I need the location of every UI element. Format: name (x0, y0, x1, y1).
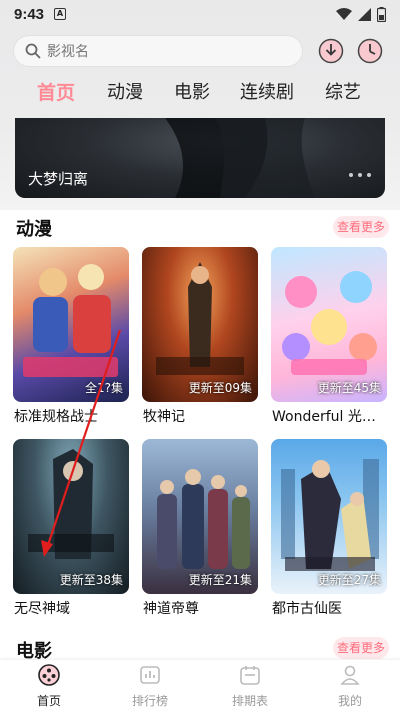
anime-card[interactable]: 全1?集 标准规格战士 (13, 247, 129, 425)
category-tabs: 首页 动漫 电影 连续剧 综艺 (0, 70, 400, 110)
anime-card[interactable]: 更新至45集 Wonderful 光之美少女 (271, 247, 387, 425)
carousel-indicator (349, 173, 371, 177)
nav-home-label: 首页 (36, 694, 61, 708)
anime-card[interactable]: 更新至09集 牧神记 (142, 247, 258, 425)
banner-carousel[interactable]: 大梦归离 (15, 118, 385, 198)
nav-profile-label: 我的 (337, 694, 362, 708)
section-title-anime: 动漫 (16, 219, 52, 240)
status-icons (336, 6, 386, 22)
episode-badge: 更新至27集 (317, 573, 381, 587)
episode-badge: 更新至09集 (188, 381, 252, 395)
nav-ranking[interactable]: 排行榜 (120, 664, 180, 709)
nav-home[interactable]: 首页 (19, 664, 79, 709)
battery-icon (377, 6, 386, 22)
history-icon[interactable] (357, 38, 383, 64)
search-placeholder: 影视名 (47, 44, 89, 60)
poster-image: 更新至21集 (142, 439, 258, 594)
tab-variety[interactable]: 综艺 (325, 78, 361, 104)
tab-home[interactable]: 首页 (37, 78, 75, 105)
nav-profile[interactable]: 我的 (320, 664, 380, 709)
nav-schedule[interactable]: 排期表 (220, 664, 280, 709)
episode-badge: 更新至38集 (59, 573, 123, 587)
wifi-icon (336, 7, 352, 20)
tab-movie[interactable]: 电影 (174, 78, 210, 104)
poster-image: 更新至09集 (142, 247, 258, 402)
tab-series[interactable]: 连续剧 (240, 78, 294, 104)
anime-card[interactable]: 更新至38集 无尽神域 (13, 439, 129, 617)
poster-image: 更新至45集 (271, 247, 387, 402)
poster-image: 更新至27集 (271, 439, 387, 594)
status-bar: 9:43 A (0, 0, 400, 28)
card-title: Wonderful 光之美少女 (272, 409, 386, 425)
card-title: 神道帝尊 (143, 601, 199, 617)
profile-icon (340, 665, 360, 685)
ranking-icon (140, 666, 160, 684)
card-title: 标准规格战士 (14, 409, 98, 425)
search-input[interactable]: 影视名 (13, 35, 303, 67)
episode-badge: 全1?集 (84, 381, 123, 395)
poster-image: 全1?集 (13, 247, 129, 402)
tab-anime[interactable]: 动漫 (107, 78, 143, 104)
card-title: 牧神记 (143, 409, 185, 425)
search-icon (25, 43, 41, 59)
poster-image: 更新至38集 (13, 439, 129, 594)
anime-card[interactable]: 更新至21集 神道帝尊 (142, 439, 258, 617)
nav-schedule-label: 排期表 (231, 694, 268, 708)
notification-icon: A (54, 8, 67, 20)
status-time: 9:43 (14, 5, 45, 23)
banner-title: 大梦归离 (28, 170, 89, 188)
download-icon[interactable] (318, 38, 344, 64)
episode-badge: 更新至21集 (188, 573, 252, 587)
card-title: 都市古仙医 (272, 601, 342, 617)
more-button-movie[interactable]: 查看更多 (333, 637, 389, 659)
more-button-anime[interactable]: 查看更多 (333, 216, 389, 238)
home-reel-icon (38, 664, 60, 686)
calendar-icon (240, 666, 260, 685)
nav-ranking-label: 排行榜 (131, 694, 168, 708)
signal-icon (358, 7, 371, 21)
card-title: 无尽神域 (14, 601, 70, 617)
episode-badge: 更新至45集 (317, 381, 381, 395)
bottom-navigation: 首页 排行榜 排期表 我的 (0, 660, 400, 712)
anime-card[interactable]: 更新至27集 都市古仙医 (271, 439, 387, 617)
